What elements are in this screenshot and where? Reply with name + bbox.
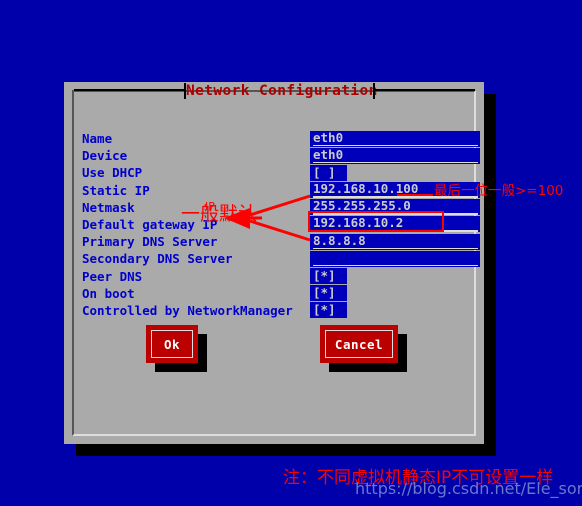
field-label: Device xyxy=(82,148,128,164)
field-label: Secondary DNS Server xyxy=(82,251,233,267)
field-underline xyxy=(313,161,478,164)
field-input[interactable]: 8.8.8.8 xyxy=(310,233,480,250)
field-underline xyxy=(313,264,478,267)
static-ip-annotation-underline xyxy=(397,194,433,196)
ok-button[interactable]: Ok xyxy=(146,325,198,363)
ok-button-label: Ok xyxy=(151,330,193,358)
title-tick-right xyxy=(373,83,375,99)
watermark: https://blog.csdn.net/Ele_sorriu xyxy=(355,479,582,498)
field-value: eth0 xyxy=(313,130,344,145)
field-label: Peer DNS xyxy=(82,268,143,284)
field-checkbox[interactable]: [*] xyxy=(310,285,480,302)
field-label: On boot xyxy=(82,285,135,301)
checkbox-glyph: [*] xyxy=(310,302,347,319)
title-rule-right xyxy=(375,89,475,91)
title-rule-left xyxy=(74,89,184,91)
static-ip-annotation: 最后一位一般>=100 xyxy=(434,183,564,199)
gateway-highlight-box xyxy=(308,211,444,232)
gateway-annotation: 一般默认 xyxy=(181,203,258,225)
form-row: Secondary DNS Server xyxy=(82,250,480,267)
checkbox-glyph: [*] xyxy=(310,285,347,302)
cancel-button-label: Cancel xyxy=(325,330,393,358)
field-label: Controlled by NetworkManager xyxy=(82,302,293,318)
field-checkbox[interactable]: [*] xyxy=(310,302,480,319)
field-label: Netmask xyxy=(82,199,135,215)
dialog-title: Network Configuration xyxy=(186,83,378,99)
field-input[interactable]: eth0 xyxy=(310,130,480,147)
form-row: Static IP 192.168.10.100 xyxy=(82,182,480,199)
form-row: Device eth0 xyxy=(82,147,480,164)
field-value: eth0 xyxy=(313,147,344,162)
cancel-button[interactable]: Cancel xyxy=(320,325,398,363)
field-underline xyxy=(313,247,478,250)
field-label: Use DHCP xyxy=(82,165,143,181)
form-row: Primary DNS Server 8.8.8.8 xyxy=(82,233,480,250)
form-row: Name eth0 xyxy=(82,130,480,147)
field-value: 8.8.8.8 xyxy=(313,233,366,248)
field-input[interactable]: eth0 xyxy=(310,147,480,164)
field-underline xyxy=(313,144,478,146)
form-row: Peer DNS [*] xyxy=(82,268,474,285)
gateway-annotation-overlay: IP xyxy=(205,200,215,213)
field-checkbox[interactable]: [*] xyxy=(310,268,480,284)
field-input[interactable] xyxy=(310,250,480,267)
field-label: Static IP xyxy=(82,182,150,198)
form-row: Use DHCP [ ] xyxy=(82,164,474,181)
form-row: On boot [*] xyxy=(82,285,474,302)
checkbox-glyph: [*] xyxy=(310,268,347,284)
checkbox-glyph: [ ] xyxy=(310,164,347,181)
field-label: Primary DNS Server xyxy=(82,234,218,250)
form-row: Controlled by NetworkManager [*] xyxy=(82,302,474,319)
field-label: Name xyxy=(82,131,113,146)
